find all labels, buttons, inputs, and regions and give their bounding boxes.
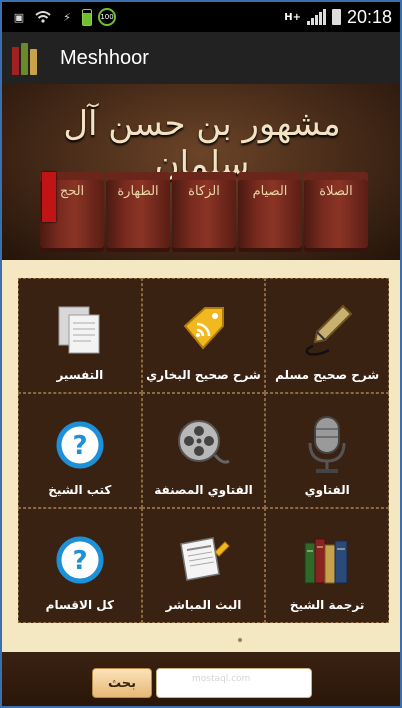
app-title: Meshhoor [60,46,149,69]
fountain-pen-icon [298,301,356,359]
banner: مشهور بن حسن آل سلمان الحج الطهارة الزكا… [2,84,400,260]
menu-item-label: البث المباشر [165,598,242,612]
menu-item-label: ترجمة الشيخ [289,598,365,612]
menu-item-fatwas[interactable]: الفتاوي [265,393,389,508]
usb-icon: ⚡ [63,10,71,24]
app-window: ▣ ⚡ 100 H+ 20:18 Meshhoor مشهور بن حسن آ… [0,0,402,708]
battery-charging-icon [82,8,92,26]
book-title: الصلاة [319,184,353,199]
document-icon [51,301,109,359]
menu-item-label: شرح صحيح مسلم [275,368,380,382]
search-button[interactable]: بحث [92,668,152,698]
svg-text:?: ? [72,431,87,461]
menu-item-label: الفتاوي [304,483,350,497]
help-icon: ? [51,416,109,474]
menu-item-label: التفسير [56,368,104,382]
menu-item-sheikh-biography[interactable]: ترجمة الشيخ [265,508,389,623]
battery-percent-icon: 100 [98,8,116,26]
book-spine: الطهارة [106,172,170,252]
wifi-icon [34,9,52,25]
books-icon [298,531,356,589]
menu-item-bukhari[interactable]: شرح صحيح البخاري [141,278,266,393]
book-spine: الصيام [238,172,302,252]
action-bar: Meshhoor [2,32,400,84]
menu-item-all-sections[interactable]: ? كل الاقسام [18,508,142,623]
newspaper-icon [174,531,232,589]
page-indicator [238,638,242,642]
book-spine: الزكاة [172,172,236,252]
book-title: الصيام [252,184,288,199]
battery-icon [331,9,341,25]
tag-rss-icon [174,301,232,359]
menu-item-label: كل الاقسام [45,598,114,612]
svg-text:?: ? [72,546,87,576]
book-title: الطهارة [117,184,159,199]
clock: 20:18 [346,6,392,27]
menu-item-classified-fatwas[interactable]: الفتاوي المصنفة [141,393,266,508]
menu-item-live-broadcast[interactable]: البث المباشر [141,508,266,623]
signal-icon [306,9,326,25]
menu-item-muslim[interactable]: شرح صحيح مسلم [265,278,389,393]
menu-grid: التفسير شرح صحيح البخاري شرح صحيح مسلم ?… [18,278,389,623]
menu-item-label: شرح صحيح البخاري [146,368,261,382]
app-logo-icon[interactable] [12,41,46,75]
microphone-icon [298,416,356,474]
network-type-label: H+ [284,11,301,23]
book-spine: الصلاة [304,172,368,252]
menu-item-label: الفتاوي المصنفة [154,483,253,497]
menu-item-label: كتب الشيخ [48,483,112,497]
books-shelf: الحج الطهارة الزكاة الصيام الصلاة [40,172,370,252]
menu-item-sheikh-books[interactable]: ? كتب الشيخ [18,393,142,508]
status-bar: ▣ ⚡ 100 H+ 20:18 [2,2,400,32]
menu-item-tafsir[interactable]: التفسير [18,278,142,393]
book-title: الزكاة [188,184,220,199]
film-reel-icon [174,416,232,474]
notification-icon: ▣ [13,10,25,24]
bookmark-ribbon [42,172,56,222]
menu-panel: التفسير شرح صحيح البخاري شرح صحيح مسلم ?… [2,260,400,652]
help-icon: ? [51,531,109,589]
watermark: mostaql.com [192,674,251,684]
